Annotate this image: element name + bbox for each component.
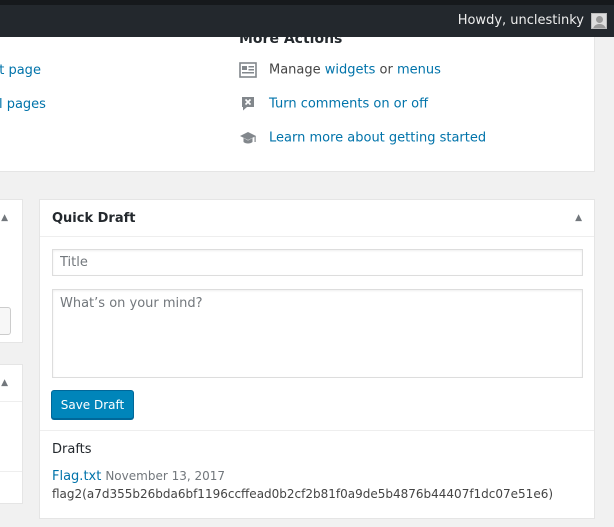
widgets-icon (239, 61, 257, 79)
toggle-arrow-icon[interactable]: ▲ (1, 378, 8, 388)
admin-bar-edge (0, 0, 614, 5)
comments-toggle-link[interactable]: Turn comments on or off (269, 97, 428, 112)
drafts-divider (40, 430, 594, 431)
toggle-arrow-icon[interactable]: ▲ (1, 213, 8, 223)
more-actions-title: More Actions (239, 31, 343, 47)
manage-widgets-action: Manage widgets or menus (239, 61, 441, 79)
draft-excerpt: flag2(a7d355b26bda6bf1196ccffead0b2cf2b8… (52, 487, 554, 501)
quick-draft-title: Quick Draft (52, 211, 136, 226)
quick-draft-widget: Quick Draft ▲ Save Draft Drafts Flag.txt… (39, 199, 595, 519)
left-widget-box: ▲ (0, 199, 23, 343)
draft-item: Flag.txt November 13, 2017 (52, 469, 225, 484)
or-label: or (379, 62, 393, 78)
comments-action: Turn comments on or off (239, 95, 428, 113)
user-avatar-icon[interactable] (591, 13, 607, 29)
welcome-link-pages[interactable]: al pages (0, 97, 111, 112)
draft-title-input[interactable] (52, 249, 583, 276)
left-widget-box-2: ▲ (0, 364, 23, 504)
left-box-button[interactable] (0, 307, 11, 335)
save-draft-button[interactable]: Save Draft (51, 390, 134, 419)
welcome-link-page[interactable]: nt page (0, 63, 111, 78)
draft-title-link[interactable]: Flag.txt (52, 469, 101, 484)
manage-label: Manage (269, 62, 321, 78)
howdy-greeting[interactable]: Howdy, unclestinky (458, 13, 584, 28)
quick-draft-header[interactable]: Quick Draft ▲ (40, 200, 594, 237)
toggle-arrow-icon[interactable]: ▲ (575, 213, 582, 223)
menus-link[interactable]: menus (397, 63, 441, 78)
welcome-link-site[interactable]: e (0, 131, 111, 146)
welcome-panel: nt page al pages e More Actions Manage w… (0, 31, 595, 172)
education-icon (239, 129, 257, 147)
learn-action: Learn more about getting started (239, 129, 486, 147)
drafts-heading: Drafts (52, 442, 92, 457)
draft-content-textarea[interactable] (52, 289, 583, 378)
comments-toggle-icon (239, 95, 257, 113)
widgets-link[interactable]: widgets (325, 63, 376, 78)
draft-date: November 13, 2017 (105, 469, 226, 483)
learn-more-link[interactable]: Learn more about getting started (269, 131, 486, 146)
